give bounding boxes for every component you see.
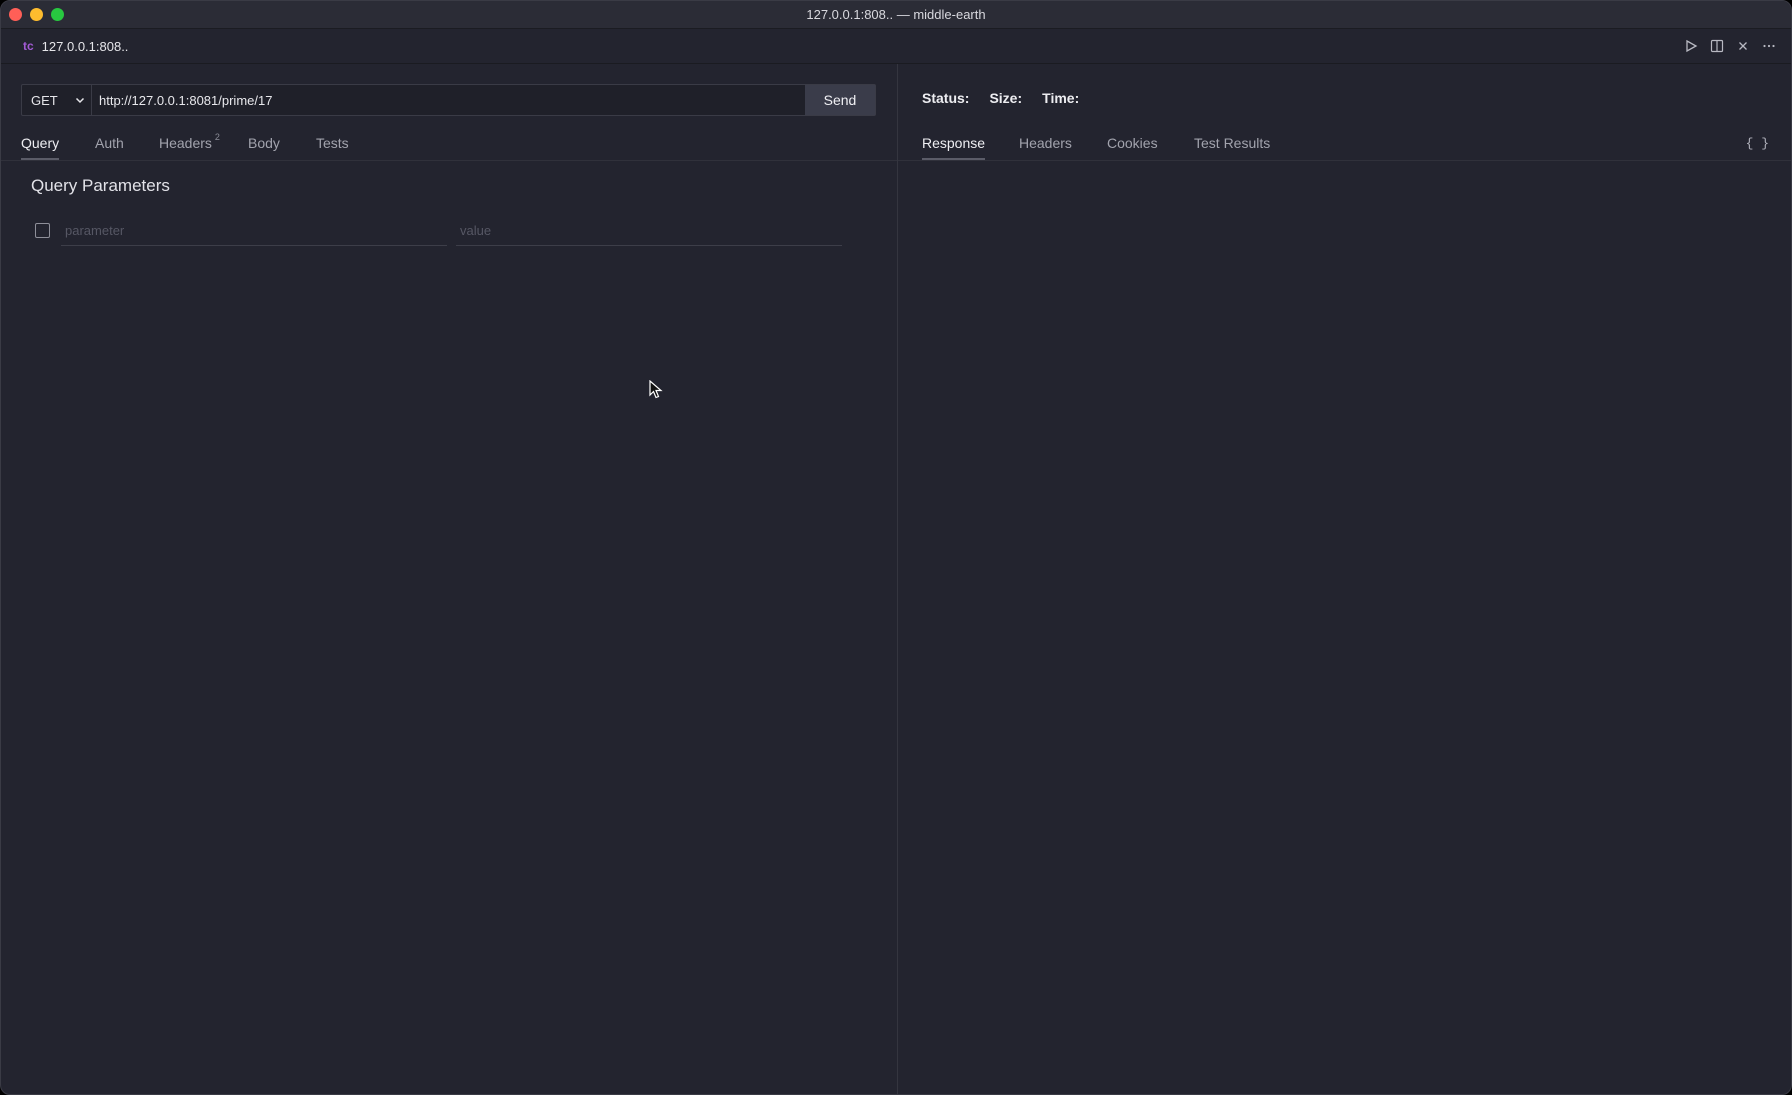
tab-test-results[interactable]: Test Results xyxy=(1194,126,1270,160)
param-value-input[interactable] xyxy=(456,216,842,246)
tab-tests[interactable]: Tests xyxy=(316,126,349,160)
tab-body-label: Body xyxy=(248,135,280,151)
param-name-input[interactable] xyxy=(61,216,447,246)
request-tabs: Query Auth Headers 2 Body Tests xyxy=(1,126,897,161)
tab-cookies-label: Cookies xyxy=(1107,135,1158,151)
response-panel: Status: Size: Time: Response Headers Coo… xyxy=(898,64,1791,1094)
tab-query[interactable]: Query xyxy=(21,126,60,160)
editor-tab-bar: tc 127.0.0.1:808.. xyxy=(1,29,1791,64)
thunder-client-badge-icon: tc xyxy=(23,39,34,53)
close-window-button[interactable] xyxy=(9,8,22,21)
tab-response[interactable]: Response xyxy=(922,126,986,160)
time-label: Time: xyxy=(1042,90,1080,106)
response-tabs: Response Headers Cookies Test Results { … xyxy=(898,126,1791,161)
tab-body[interactable]: Body xyxy=(248,126,280,160)
tab-response-headers[interactable]: Headers xyxy=(1019,126,1072,160)
title-bar: 127.0.0.1:808.. — middle-earth xyxy=(1,1,1791,29)
tab-query-label: Query xyxy=(21,135,60,151)
tab-cookies[interactable]: Cookies xyxy=(1107,126,1158,160)
tab-test-results-label: Test Results xyxy=(1194,135,1271,151)
method-select[interactable]: GET xyxy=(22,85,92,115)
tab-response-label: Response xyxy=(922,135,986,151)
request-tab-label: 127.0.0.1:808.. xyxy=(41,38,129,54)
app-window: 127.0.0.1:808.. — middle-earth tc 127.0.… xyxy=(0,0,1792,1095)
tab-auth[interactable]: Auth xyxy=(95,126,124,160)
split-view-icon[interactable] xyxy=(1709,38,1725,54)
request-tab[interactable]: tc 127.0.0.1:808.. xyxy=(1,29,151,63)
query-parameters-title: Query Parameters xyxy=(31,176,170,195)
tab-auth-label: Auth xyxy=(95,135,124,151)
response-stats: Status: Size: Time: xyxy=(922,90,1079,106)
close-icon[interactable] xyxy=(1735,38,1751,54)
minimize-window-button[interactable] xyxy=(30,8,43,21)
chevron-down-icon xyxy=(75,93,85,108)
method-value: GET xyxy=(31,92,58,108)
request-panel: GET Send Query Auth Headers 2 Body xyxy=(1,64,897,1094)
mouse-cursor-icon xyxy=(649,379,663,405)
maximize-window-button[interactable] xyxy=(51,8,64,21)
headers-count-badge: 2 xyxy=(214,132,220,142)
size-label: Size: xyxy=(989,90,1023,106)
send-button[interactable]: Send xyxy=(805,85,875,115)
window-controls xyxy=(9,8,64,21)
url-input[interactable] xyxy=(92,85,805,115)
more-icon[interactable] xyxy=(1761,38,1777,54)
url-bar: GET Send xyxy=(21,84,876,116)
tab-actions xyxy=(1683,29,1777,63)
tab-headers-label: Headers xyxy=(159,135,212,151)
tab-headers[interactable]: Headers 2 xyxy=(159,126,220,160)
param-enabled-checkbox[interactable] xyxy=(35,223,50,238)
window-title: 127.0.0.1:808.. — middle-earth xyxy=(806,7,986,22)
tab-tests-label: Tests xyxy=(316,135,349,151)
status-label: Status: xyxy=(922,90,970,106)
query-param-row xyxy=(35,216,845,246)
format-json-button[interactable]: { } xyxy=(1746,126,1769,160)
tab-response-headers-label: Headers xyxy=(1019,135,1072,151)
play-icon[interactable] xyxy=(1683,38,1699,54)
